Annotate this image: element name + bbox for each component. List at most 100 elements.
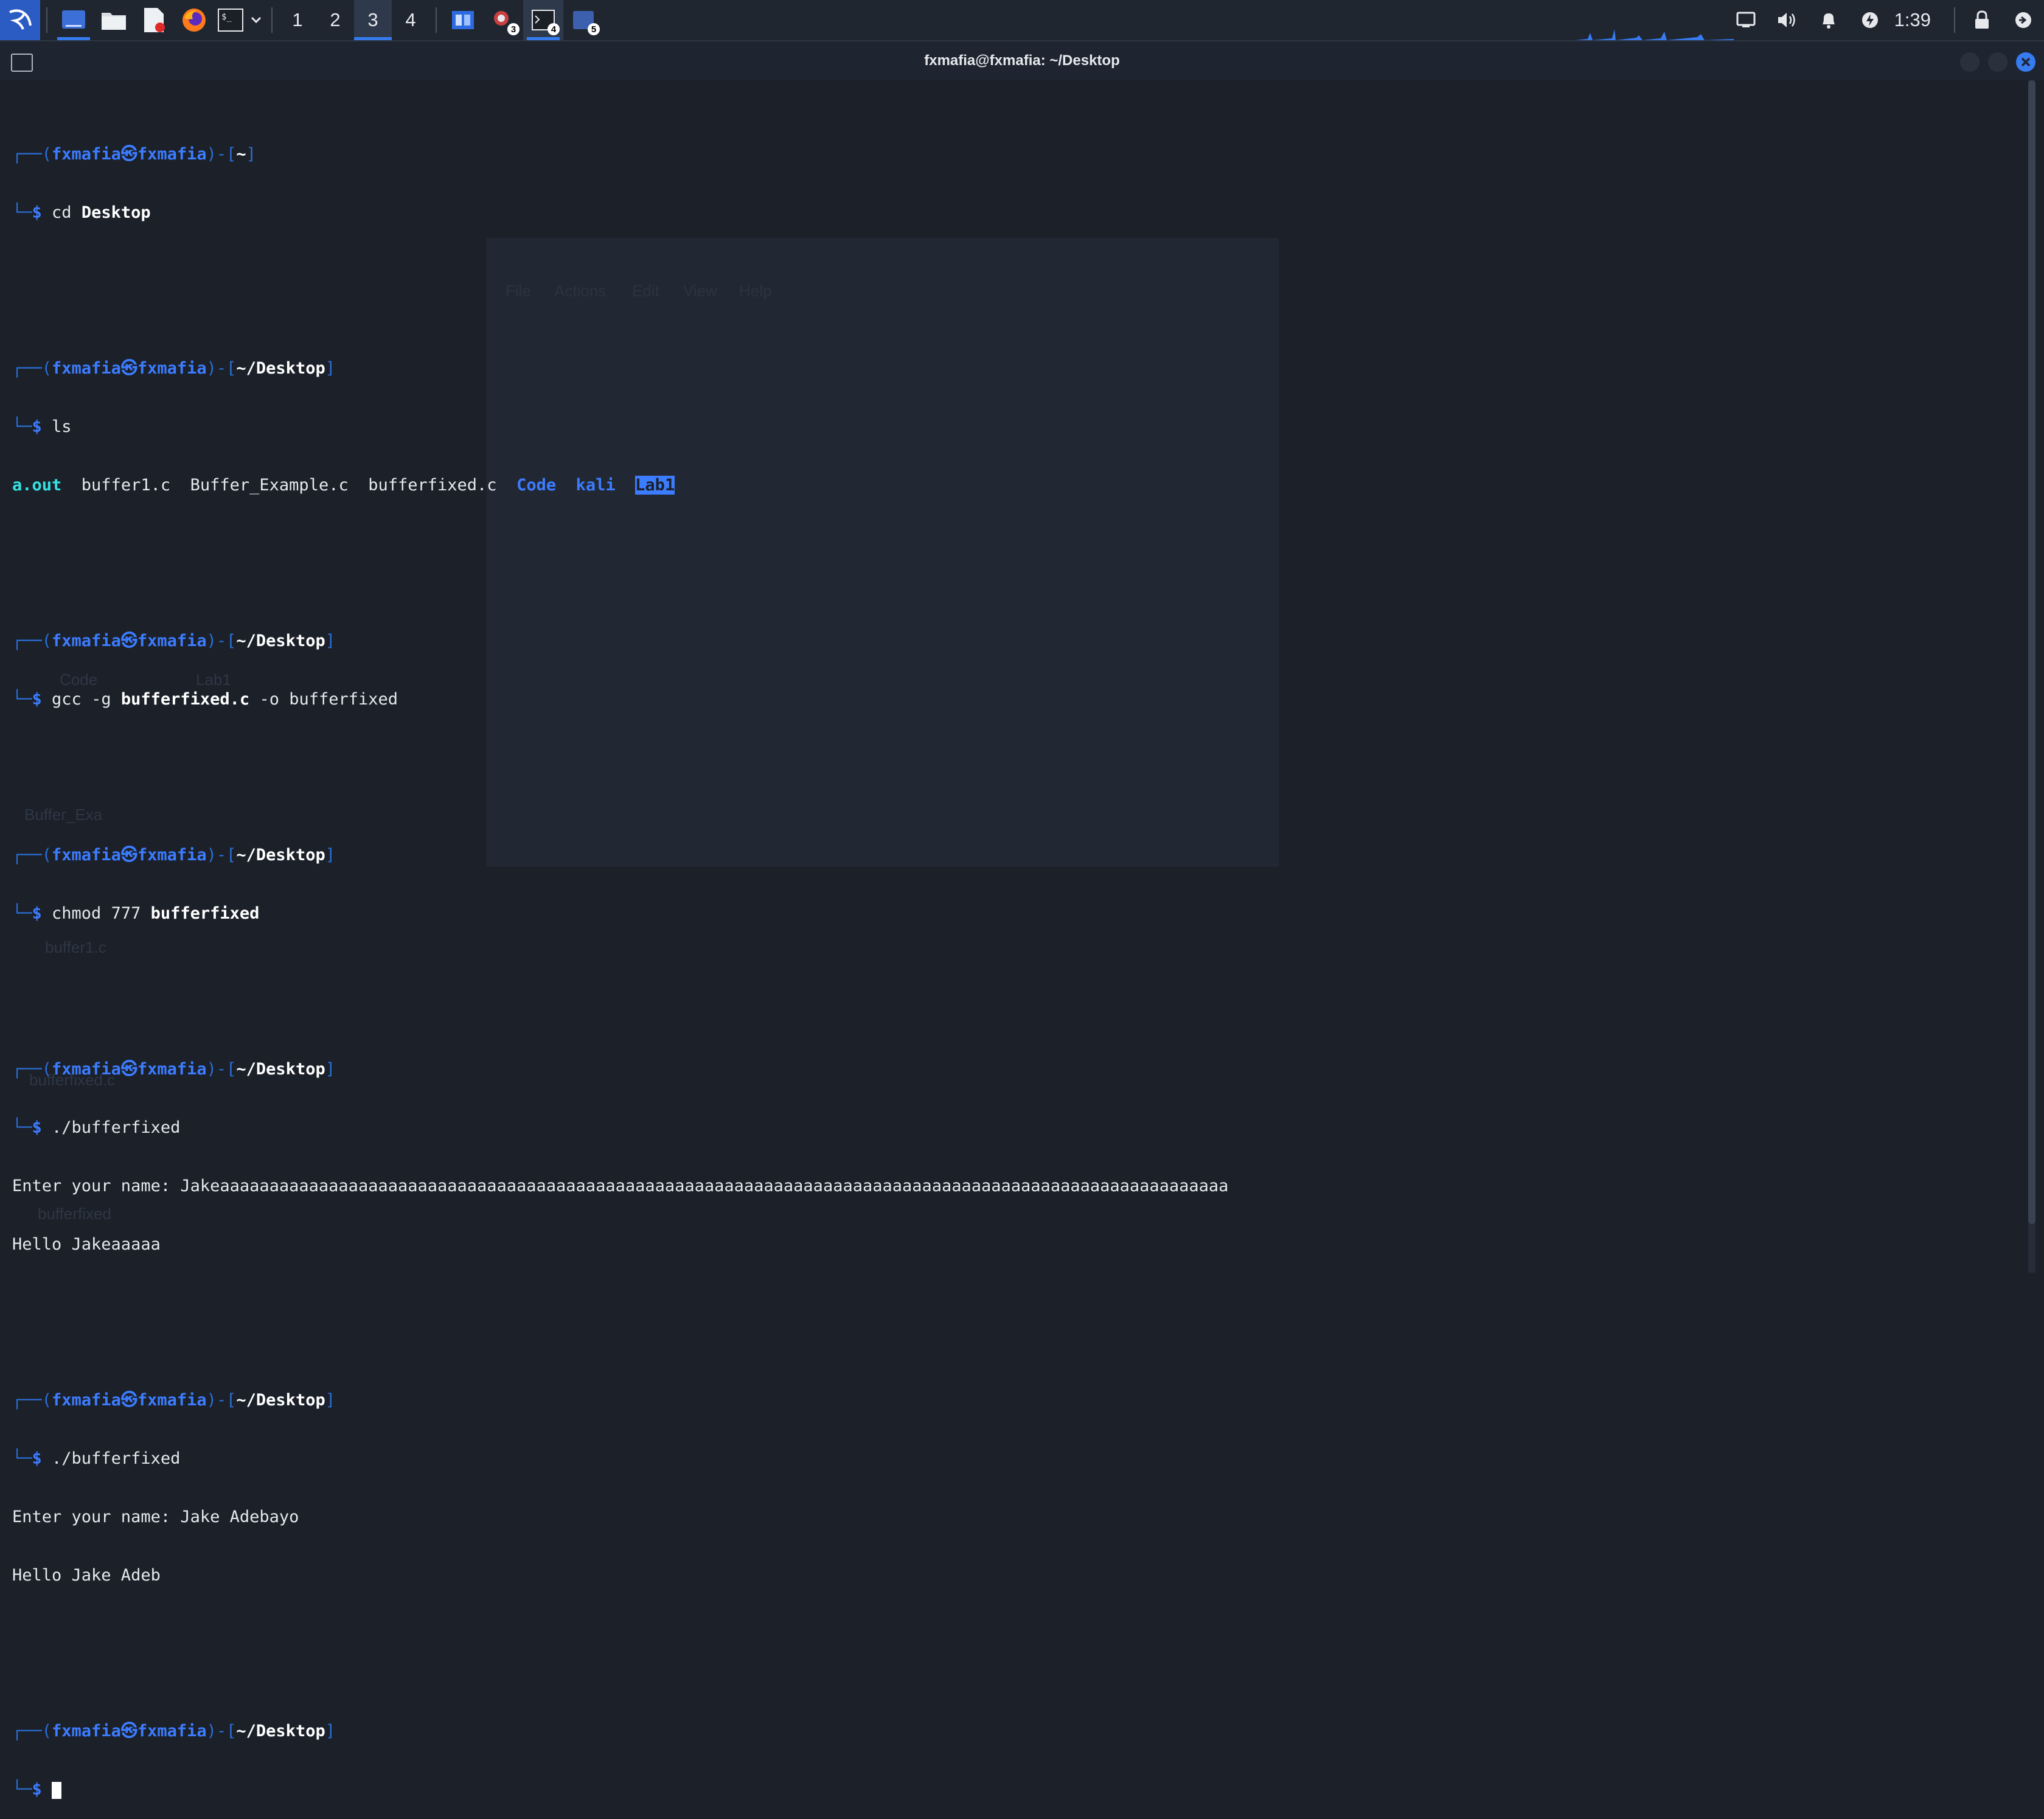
ls-entry-file: Buffer_Example.c [190,476,349,495]
prompt-host: fxmafia [137,1060,207,1079]
prompt-bracket: )-[ [206,1722,237,1741]
prompt-at-icon: ㉿ [120,846,137,864]
prompt-bottom: └─ [12,203,32,222]
logout-button[interactable] [2003,0,2044,40]
terminal-titlebar[interactable]: fxmafia@fxmafia: ~/Desktop [0,41,2044,80]
command-name: chmod [52,904,102,923]
minimize-icon [1960,52,1980,72]
terminal-launcher-dropdown[interactable] [247,0,265,40]
workspace-1-button[interactable]: 1 [279,0,316,40]
prompt-path: ~/Desktop [236,359,325,378]
prompt-path: ~ [236,145,246,164]
prompt-path: ~/Desktop [236,631,325,650]
window-title: fxmafia@fxmafia: ~/Desktop [924,52,1120,69]
kali-menu-button[interactable] [0,0,40,40]
bell-icon [1822,13,1835,29]
close-button[interactable] [2016,52,2035,72]
prompt-user: fxmafia [52,1391,121,1410]
ls-entry-dir-highlighted: Lab1 [635,476,675,495]
prompt-dollar: $ [32,904,52,923]
command-arg: Desktop [81,203,151,222]
program-output: Hello Jake Adeb [12,1566,161,1585]
prompt-path: ~/Desktop [236,1060,325,1079]
prompt-user: fxmafia [52,1722,121,1741]
prompt-path: ~/Desktop [236,1722,325,1741]
program-output-line: Hello Jake Adeb [12,1566,2007,1585]
command-name: ./bufferfixed [52,1449,181,1468]
prompt-dollar: $ [32,690,52,709]
display-icon [1736,12,1756,27]
task-text-viewer-button[interactable] [443,0,483,40]
prompt-corner: ┌──( [12,1722,52,1741]
prompt-at-icon: ㉿ [120,145,137,164]
terminal-scrollbar-thumb[interactable] [2028,80,2035,1224]
terminal-launcher-button[interactable]: $_ [214,0,247,40]
volume-tray-button[interactable] [1767,0,1808,40]
task-terminal-group-button[interactable]: 4 [523,0,563,40]
notifications-tray-button[interactable] [1808,0,1849,40]
text-editor-button[interactable] [134,0,174,40]
command-line: └─$ ls [12,417,2007,437]
prompt-bracket-close: ] [246,145,256,164]
display-tray-button[interactable] [1725,0,1767,40]
workspace-4-button[interactable]: 4 [392,0,429,40]
prompt-dollar: $ [32,1780,52,1799]
prompt-bracket: )-[ [206,359,237,378]
workspace-2-button[interactable]: 2 [316,0,354,40]
command-input-line[interactable]: └─$ [12,1780,2007,1800]
lock-screen-button[interactable] [1961,0,2003,40]
command-rest: -o bufferfixed [259,690,398,709]
workspace-3-button[interactable]: 3 [354,0,392,40]
prompt-path: ~/Desktop [236,1391,325,1410]
firefox-button[interactable] [174,0,214,40]
prompt-line: ┌──(fxmafia㉿fxmafia)-[~/Desktop] [12,631,2007,651]
command-line: └─$ gcc -g bufferfixed.c -o bufferfixed [12,690,2007,709]
file-manager-button[interactable] [94,0,134,40]
power-tray-button[interactable] [1849,0,1891,40]
desktop-icon [62,10,85,29]
prompt-corner: ┌──( [12,1060,52,1079]
prompt-bottom: └─ [12,417,32,436]
prompt-host: fxmafia [137,846,207,864]
maximize-button[interactable] [1988,52,2007,72]
prompt-line: ┌──(fxmafia㉿fxmafia)-[~/Desktop] [12,1060,2007,1079]
ls-entry-dir: Code [516,476,557,495]
command-line: └─$ ./bufferfixed [12,1118,2007,1138]
kali-dragon-icon [9,9,32,30]
command-name: ls [52,417,72,436]
command-line: └─$ cd Desktop [12,203,2007,223]
prompt-bracket: )-[ [206,846,237,864]
command-file: bufferfixed [150,904,260,923]
command-name: cd [52,203,72,222]
prompt-bracket-close: ] [325,1722,335,1741]
program-output-line: Enter your name: Jake Adebayo [12,1508,2007,1527]
maximize-icon [1988,52,2007,72]
clock[interactable]: 1:39 [1891,9,1948,31]
show-desktop-button[interactable] [54,0,94,40]
text-cursor [52,1781,62,1799]
prompt-at-icon: ㉿ [120,1391,137,1410]
command-name: gcc [52,690,82,709]
task-group-5-button[interactable]: 5 [563,0,603,40]
prompt-dollar: $ [32,417,52,436]
document-viewer-icon [452,11,474,29]
ls-entry-dir: kali [575,476,616,495]
firefox-icon [182,9,206,32]
task-count-badge: 5 [588,23,600,35]
command-name: ./bufferfixed [52,1118,181,1137]
terminal-window-icon[interactable] [11,54,33,72]
minimize-button[interactable] [1960,52,1980,72]
prompt-at-icon: ㉿ [120,1060,137,1079]
cpu-graph-widget[interactable] [1576,22,1734,40]
prompt-corner: ┌──( [12,631,52,650]
ls-entry-file: buffer1.c [81,476,171,495]
prompt-bracket-close: ] [325,1391,335,1410]
terminal-output[interactable]: ┌──(fxmafia㉿fxmafia)-[~] └─$ cd Desktop … [0,80,2020,1799]
task-count-badge: 4 [548,23,560,35]
prompt-line: ┌──(fxmafia㉿fxmafia)-[~/Desktop] [12,846,2007,865]
task-group-3-button[interactable]: 3 [483,0,523,40]
